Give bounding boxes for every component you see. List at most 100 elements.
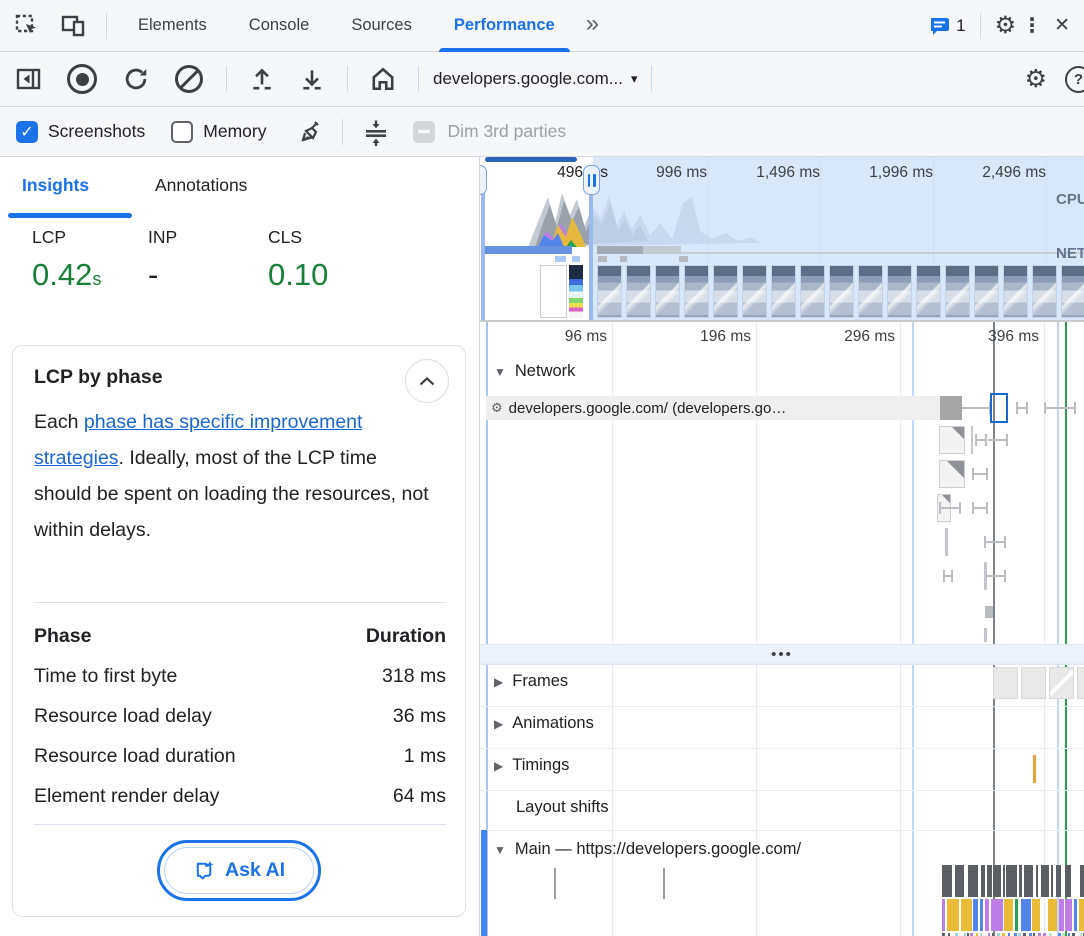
tab-performance[interactable]: Performance <box>433 0 576 52</box>
network-mark-wh <box>1044 407 1076 409</box>
expander-icon[interactable]: ▶ <box>494 717 503 731</box>
record-button[interactable] <box>67 64 97 94</box>
selection-handle-left[interactable] <box>480 165 487 195</box>
screenshot-thumbnail[interactable] <box>829 265 854 318</box>
timeline-tracks-panel[interactable]: 96 ms196 ms296 ms396 ms ▼ Network ⚙ deve… <box>480 322 1084 936</box>
screenshot-thumbnail[interactable] <box>655 265 680 318</box>
frame-thumbnail[interactable] <box>1021 667 1046 699</box>
screenshot-thumbnail[interactable] <box>974 265 999 318</box>
net-request-chip <box>598 256 607 262</box>
track-header-timings[interactable]: ▶Timings <box>494 756 569 775</box>
dim-3rd-parties-checkbox[interactable] <box>413 121 435 143</box>
more-options-icon[interactable]: ⋮ <box>1016 16 1048 36</box>
network-request-bar[interactable]: ⚙ developers.google.com/ (developers.go… <box>486 396 940 420</box>
selection-handle-right[interactable] <box>583 165 600 195</box>
flame-bar <box>991 899 1003 931</box>
collapse-tracks-icon[interactable] <box>363 118 389 146</box>
screenshot-thumbnail[interactable] <box>1032 265 1057 318</box>
close-devtools-icon[interactable]: ✕ <box>1048 16 1076 35</box>
ai-sparkle-icon <box>193 859 216 882</box>
tab-sources[interactable]: Sources <box>330 0 433 52</box>
network-track-header[interactable]: ▼ Network <box>494 362 575 381</box>
more-tabs-icon[interactable]: » <box>576 10 607 38</box>
performance-toolbar: developers.google.com... ▾ ⚙ ? <box>0 52 1084 107</box>
timing-marker[interactable] <box>1033 755 1036 783</box>
screenshot-thumbnail[interactable] <box>887 265 912 318</box>
track-header-frames[interactable]: ▶Frames <box>494 672 568 691</box>
collapse-card-button[interactable] <box>405 359 449 403</box>
timeline-overview[interactable]: 496 ms996 ms1,496 ms1,996 ms2,496 ms CPU… <box>480 157 1084 322</box>
screenshot-thumbnail-blank[interactable] <box>540 265 567 318</box>
network-mark-wh <box>943 575 953 577</box>
screenshot-thumbnail[interactable] <box>858 265 883 318</box>
tab-insights[interactable]: Insights <box>22 175 89 196</box>
selection-left-edge[interactable] <box>481 193 485 320</box>
metric-label-inp: INP <box>148 227 177 248</box>
divider <box>347 66 348 92</box>
collect-garbage-icon[interactable] <box>298 118 326 146</box>
screenshot-thumbnail[interactable] <box>742 265 767 318</box>
ruler-label: 296 ms <box>785 328 895 346</box>
home-icon[interactable] <box>370 66 396 92</box>
overview-time-label: 996 ms <box>597 164 707 182</box>
network-mark-wh <box>975 439 987 441</box>
toggle-sidebar-icon[interactable] <box>16 67 42 91</box>
memory-label[interactable]: Memory <box>203 121 266 142</box>
hidden-tracks-resizer[interactable]: ••• <box>480 644 1084 665</box>
network-mark-vb <box>984 628 987 642</box>
screenshots-label[interactable]: Screenshots <box>48 121 145 142</box>
screenshot-thumbnail[interactable] <box>771 265 796 318</box>
ask-ai-button[interactable]: Ask AI <box>157 840 321 901</box>
screenshot-thumbnail[interactable] <box>916 265 941 318</box>
screenshot-thumbnail-color[interactable] <box>569 265 583 318</box>
flame-bar <box>1021 899 1031 931</box>
download-profile-icon[interactable] <box>299 66 325 92</box>
tab-annotations[interactable]: Annotations <box>155 175 247 196</box>
memory-checkbox[interactable] <box>171 121 193 143</box>
expander-icon[interactable]: ▶ <box>494 759 503 773</box>
metric-label-cls: CLS <box>268 227 302 248</box>
reload-and-record-icon[interactable] <box>123 66 149 92</box>
screenshot-thumbnail[interactable] <box>800 265 825 318</box>
screenshots-checkbox[interactable]: ✓ <box>16 121 38 143</box>
screenshot-thumbnail[interactable] <box>1003 265 1028 318</box>
expander-icon[interactable]: ▼ <box>494 365 506 379</box>
help-icon[interactable]: ? <box>1065 66 1084 93</box>
main-activity-tick <box>554 868 556 899</box>
device-toolbar-icon[interactable] <box>60 13 86 39</box>
network-mark-wh <box>939 507 961 509</box>
screenshot-thumbnail[interactable] <box>597 265 622 318</box>
net-request-bar-gray <box>597 246 681 254</box>
flame-bar <box>1024 865 1033 897</box>
frame-thumbnail[interactable] <box>1077 667 1084 699</box>
tab-elements[interactable]: Elements <box>117 0 228 52</box>
screenshot-thumbnail[interactable] <box>945 265 970 318</box>
frame-thumbnail[interactable] <box>1049 667 1074 699</box>
chevron-down-icon: ▾ <box>631 71 638 87</box>
expander-icon[interactable]: ▼ <box>494 843 506 857</box>
inspect-element-icon[interactable] <box>14 13 40 39</box>
track-header-layout-shifts[interactable]: Layout shifts <box>516 798 609 817</box>
network-mark-wh <box>1016 407 1028 409</box>
screenshot-thumbnail[interactable] <box>684 265 709 318</box>
tab-console[interactable]: Console <box>228 0 331 52</box>
flame-bar <box>1041 865 1049 897</box>
upload-profile-icon[interactable] <box>249 66 275 92</box>
screenshot-thumbnail[interactable] <box>713 265 738 318</box>
track-header-animations[interactable]: ▶Animations <box>494 714 594 733</box>
table-row: Element render delay64 ms <box>34 776 446 816</box>
screenshot-thumbnail[interactable] <box>1061 265 1084 318</box>
capture-settings-gear-icon[interactable]: ⚙ <box>1025 67 1047 92</box>
network-mark-wh <box>972 473 988 475</box>
frame-thumbnail[interactable] <box>993 667 1018 699</box>
clear-icon[interactable] <box>175 65 203 93</box>
history-dropdown[interactable]: developers.google.com... ▾ <box>429 69 641 89</box>
selection-right-edge[interactable] <box>589 193 593 320</box>
issues-button[interactable]: 1 <box>929 16 965 36</box>
screenshot-thumbnail[interactable] <box>626 265 651 318</box>
settings-gear-icon[interactable]: ⚙ <box>995 14 1017 38</box>
capture-options-bar: ✓ Screenshots Memory Dim 3rd parties <box>0 107 1084 157</box>
selection-window-top-bar[interactable] <box>485 157 577 162</box>
main-track-header[interactable]: ▼ Main — https://developers.google.com/ <box>494 840 801 859</box>
expander-icon[interactable]: ▶ <box>494 675 503 689</box>
